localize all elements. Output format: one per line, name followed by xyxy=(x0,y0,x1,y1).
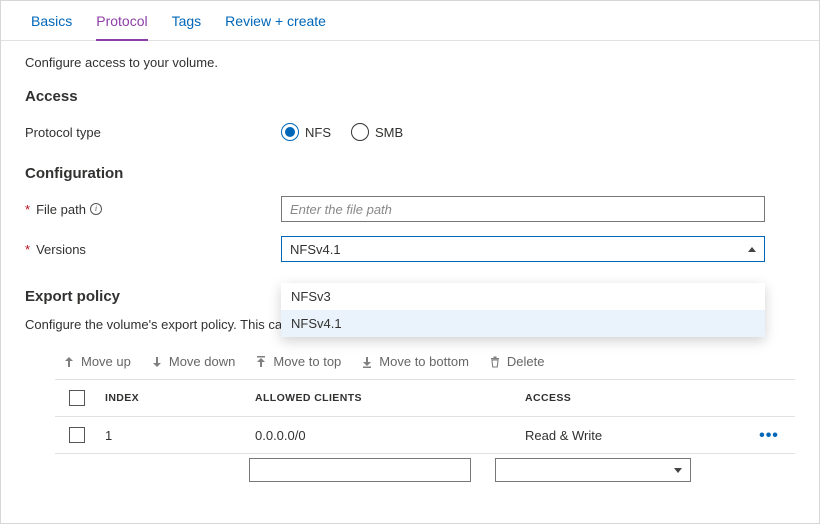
configuration-heading: Configuration xyxy=(25,165,795,182)
file-path-label: * File path i xyxy=(25,202,281,217)
tab-bar: Basics Protocol Tags Review + create xyxy=(1,1,819,41)
versions-select[interactable]: NFSv4.1 xyxy=(281,236,765,262)
move-down-button[interactable]: Move down xyxy=(151,354,235,369)
move-to-bottom-button[interactable]: Move to bottom xyxy=(361,354,469,369)
arrow-to-top-icon xyxy=(255,356,267,368)
file-path-row: * File path i xyxy=(25,194,795,224)
export-policy-grid: INDEX ALLOWED CLIENTS ACCESS 1 0.0.0.0/0… xyxy=(55,379,795,454)
chevron-down-icon xyxy=(674,468,682,473)
radio-nfs[interactable]: NFS xyxy=(281,123,331,141)
protocol-type-radio-group: NFS SMB xyxy=(281,123,765,141)
table-row: 1 0.0.0.0/0 Read & Write ••• xyxy=(55,416,795,453)
radio-unchecked-icon xyxy=(351,123,369,141)
arrow-up-icon xyxy=(63,356,75,368)
select-all-checkbox[interactable] xyxy=(69,390,85,406)
new-allowed-clients-input[interactable] xyxy=(249,458,471,482)
info-icon[interactable]: i xyxy=(90,203,102,215)
tab-basics[interactable]: Basics xyxy=(31,13,72,40)
trash-icon xyxy=(489,356,501,368)
protocol-type-row: Protocol type NFS SMB xyxy=(25,117,795,147)
column-allowed-clients[interactable]: ALLOWED CLIENTS xyxy=(249,382,519,414)
content-area: Configure access to your volume. Access … xyxy=(1,41,819,492)
new-access-select[interactable] xyxy=(495,458,691,482)
access-heading: Access xyxy=(25,88,795,105)
radio-checked-icon xyxy=(281,123,299,141)
row-actions-menu[interactable]: ••• xyxy=(759,427,779,444)
arrow-down-icon xyxy=(151,356,163,368)
versions-selected-value: NFSv4.1 xyxy=(290,242,341,257)
tab-review-create[interactable]: Review + create xyxy=(225,13,326,40)
row-checkbox[interactable] xyxy=(69,427,85,443)
radio-nfs-label: NFS xyxy=(305,125,331,140)
cell-access: Read & Write xyxy=(519,418,743,453)
new-row-inputs xyxy=(55,458,795,482)
move-up-button[interactable]: Move up xyxy=(63,354,131,369)
required-asterisk: * xyxy=(25,202,30,217)
radio-smb[interactable]: SMB xyxy=(351,123,403,141)
version-option-nfsv3[interactable]: NFSv3 xyxy=(281,283,765,310)
move-to-top-button[interactable]: Move to top xyxy=(255,354,341,369)
versions-label: * Versions xyxy=(25,242,281,257)
versions-dropdown-panel: NFSv3 NFSv4.1 xyxy=(281,283,765,337)
arrow-to-bottom-icon xyxy=(361,356,373,368)
cell-index: 1 xyxy=(99,418,249,453)
column-access[interactable]: ACCESS xyxy=(519,382,743,414)
tab-tags[interactable]: Tags xyxy=(172,13,202,40)
grid-header-row: INDEX ALLOWED CLIENTS ACCESS xyxy=(55,379,795,416)
delete-button[interactable]: Delete xyxy=(489,354,545,369)
file-path-input[interactable] xyxy=(281,196,765,222)
protocol-type-label: Protocol type xyxy=(25,125,281,140)
chevron-up-icon xyxy=(748,247,756,252)
versions-row: * Versions NFSv4.1 xyxy=(25,234,795,264)
tab-protocol[interactable]: Protocol xyxy=(96,13,147,41)
export-policy-toolbar: Move up Move down Move to top Move to bo… xyxy=(25,348,795,379)
column-index[interactable]: INDEX xyxy=(99,382,249,414)
radio-smb-label: SMB xyxy=(375,125,403,140)
cell-allowed-clients: 0.0.0.0/0 xyxy=(249,418,519,453)
page-description: Configure access to your volume. xyxy=(25,55,795,70)
volume-protocol-pane: Basics Protocol Tags Review + create Con… xyxy=(0,0,820,524)
version-option-nfsv41[interactable]: NFSv4.1 xyxy=(281,310,765,337)
required-asterisk: * xyxy=(25,242,30,257)
